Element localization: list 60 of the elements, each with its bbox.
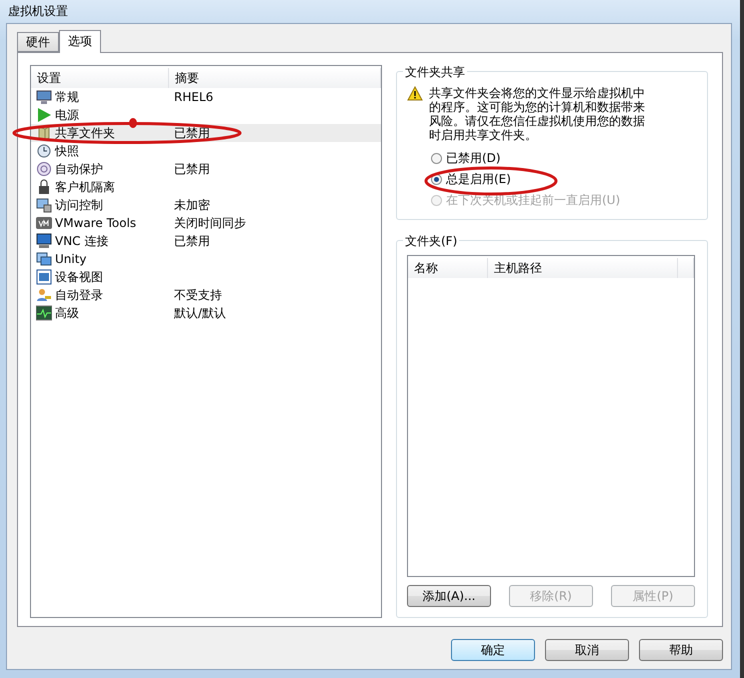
setting-name: VNC 连接 (55, 232, 108, 250)
monitor-icon (36, 90, 52, 104)
play-icon (38, 108, 51, 122)
column-header[interactable]: 设置 (31, 68, 169, 88)
setting-summary: 关闭时间同步 (174, 214, 246, 232)
setting-name: 客户机隔离 (55, 178, 115, 196)
dialog-button[interactable]: 帮助 (639, 639, 723, 661)
dialog-button[interactable]: 确定 (451, 639, 535, 661)
window-title: 虚拟机设置 (8, 3, 68, 20)
setting-summary: 默认/默认 (174, 304, 226, 322)
group-title: 文件夹(F) (403, 233, 460, 250)
tab[interactable]: 硬件 (17, 32, 59, 52)
vm-icon (36, 217, 52, 229)
settings-row[interactable]: VNC 连接 已禁用 (31, 232, 381, 250)
warning-text: 共享文件夹会将您的文件显示给虚拟机中的程序。这可能为您的计算机和数据带来风险。请仅在您信任虚拟机使用您的数据时启用共享文件夹。 (429, 86, 645, 142)
settings-row[interactable]: 自动保护 已禁用 (31, 160, 381, 178)
setting-summary: 已禁用 (174, 124, 210, 142)
setting-name: 自动保护 (55, 160, 103, 178)
setting-name: 快照 (55, 142, 79, 160)
radio-option[interactable]: 总是启用(E) (431, 171, 695, 188)
setting-name: 电源 (55, 106, 79, 124)
tab[interactable]: 选项 (59, 30, 101, 53)
radio-option[interactable]: 已禁用(D) (431, 150, 695, 167)
warning-icon (407, 86, 423, 101)
settings-row[interactable]: 常规 RHEL6 (31, 88, 381, 106)
settings-row[interactable]: 设备视图 (31, 268, 381, 286)
graph-icon (36, 306, 52, 320)
setting-summary: RHEL6 (174, 90, 214, 104)
window-icon (36, 252, 52, 266)
lock-icon (39, 180, 49, 194)
setting-name: Unity (55, 252, 87, 266)
settings-row[interactable]: 自动登录 不受支持 (31, 286, 381, 304)
column-header[interactable]: 主机路径 (488, 258, 678, 278)
setting-summary: 已禁用 (174, 160, 210, 178)
folder-button[interactable]: 添加(A)... (407, 585, 491, 607)
setting-summary: 未加密 (174, 196, 210, 214)
setting-name: 设备视图 (55, 268, 103, 286)
annotation-dot (128, 117, 138, 129)
settings-row[interactable]: VMware Tools 关闭时间同步 (31, 214, 381, 232)
setting-summary: 已禁用 (174, 232, 210, 250)
settings-row[interactable]: Unity (31, 250, 381, 268)
setting-name: 高级 (55, 304, 79, 322)
settings-row[interactable]: 快照 (31, 142, 381, 160)
settings-row[interactable]: 高级 默认/默认 (31, 304, 381, 322)
monitor-icon (36, 234, 52, 248)
setting-name: 共享文件夹 (55, 124, 115, 142)
setting-name: VMware Tools (55, 216, 136, 230)
dialog-button[interactable]: 取消 (545, 639, 629, 661)
column-header[interactable]: 名称 (408, 258, 488, 278)
clock-icon (38, 144, 50, 158)
setting-name: 常规 (55, 88, 79, 106)
setting-name: 访问控制 (55, 196, 103, 214)
column-header[interactable]: 摘要 (169, 68, 381, 88)
setting-name: 自动登录 (55, 286, 103, 304)
settings-row[interactable]: 访问控制 未加密 (31, 196, 381, 214)
device-icon (36, 270, 52, 284)
setting-summary: 不受支持 (174, 286, 222, 304)
settings-row[interactable]: 客户机隔离 (31, 178, 381, 196)
settings-row[interactable]: 电源 (31, 106, 381, 124)
group-title: 文件夹共享 (403, 64, 467, 81)
